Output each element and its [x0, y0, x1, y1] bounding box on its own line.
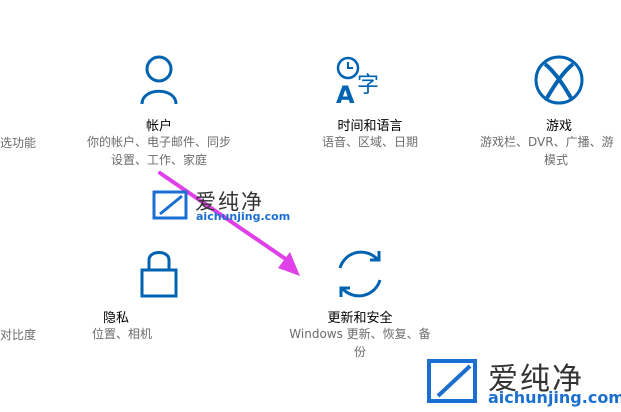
watermark-logo-icon — [152, 190, 190, 220]
watermark-url: aichunjing.com — [196, 210, 291, 223]
annotation-arrow — [0, 0, 621, 412]
watermark-corner: 爱纯净 aichunjing.com — [424, 352, 621, 410]
watermark-logo-icon — [426, 358, 480, 406]
watermark-center: 爱纯净 aichunjing.com — [150, 186, 290, 226]
watermark-url: aichunjing.com — [488, 388, 621, 407]
